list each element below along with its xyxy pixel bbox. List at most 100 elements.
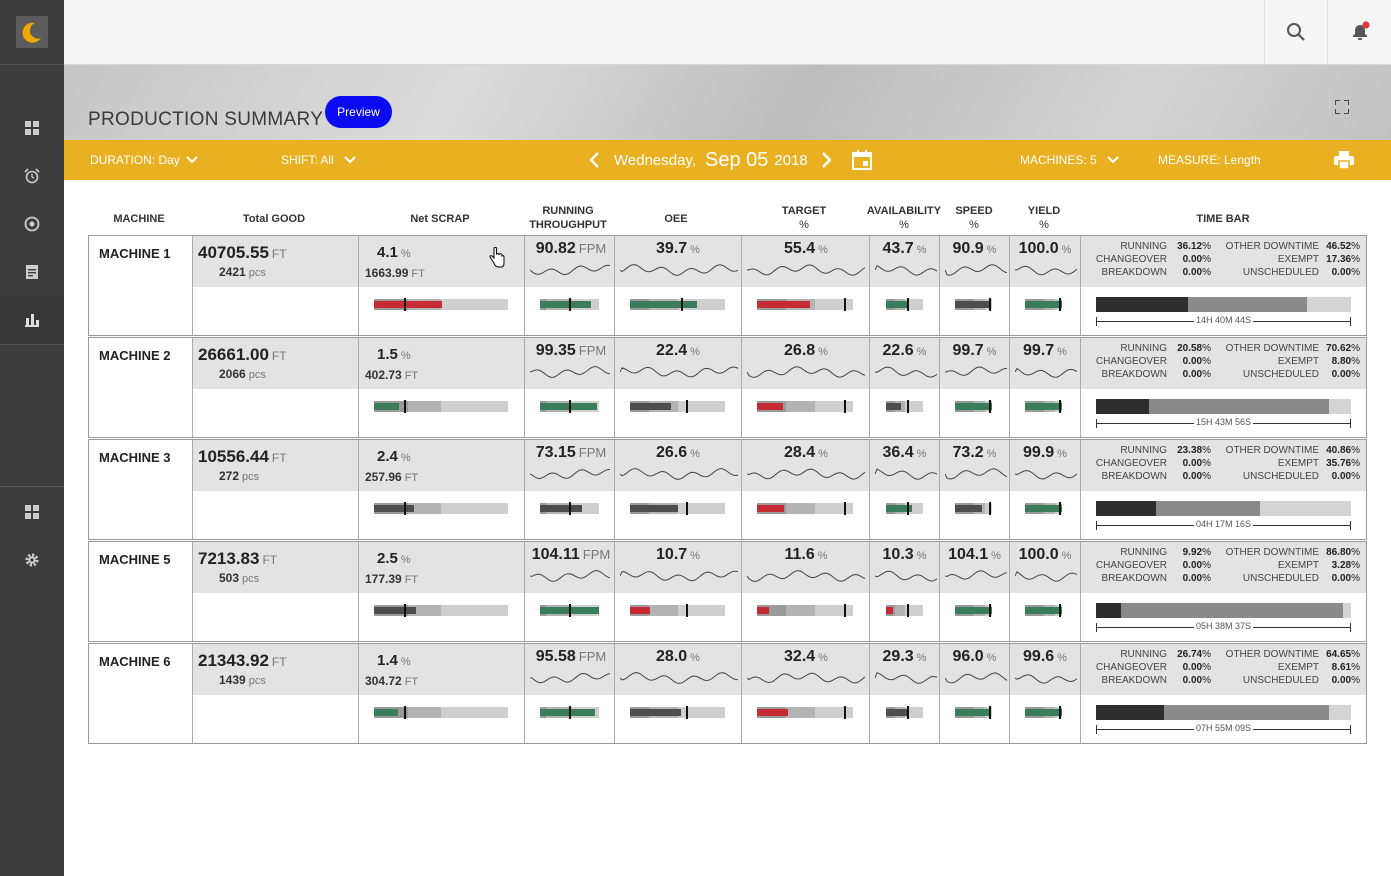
metric-oee-value: 26.6% (616, 444, 740, 462)
search-button[interactable] (1264, 0, 1327, 64)
timebar-value-running: 26.74% (1171, 649, 1211, 660)
sparkline-path (944, 468, 1008, 480)
metric-target-value: 32.4% (744, 648, 868, 666)
table-row[interactable]: MACHINE 1 40705.55 FT 2421 pcs 4.1% 1663.99 FT 9… (88, 235, 1367, 336)
sparkline (746, 264, 866, 276)
net-scrap-percent: 2.4% (377, 448, 411, 465)
sparkline-container (529, 464, 610, 489)
time-bar-duration: 15H 43M 56S (1096, 417, 1351, 427)
bullet-bar-availability (886, 706, 923, 719)
scrap-percent-number: 2.4 (377, 448, 398, 465)
metric-target-value: 28.4% (744, 444, 868, 462)
timebar-number: 0.00 (1182, 267, 1203, 278)
timebar-number: 0.00 (1331, 369, 1352, 380)
metric-number: 26.8 (784, 342, 816, 359)
table-row[interactable]: MACHINE 5 7213.83 FT 503 pcs 2.5% 177.39 FT 104.… (88, 541, 1367, 642)
metric-target-value: 26.8% (744, 342, 868, 360)
sidebar-item-settings[interactable] (0, 536, 64, 584)
sparkline-container (1014, 362, 1078, 387)
column-divider (1009, 236, 1010, 335)
unit-label: FPM (578, 445, 607, 460)
sparkline (619, 570, 739, 582)
sidebar-item-apps[interactable] (0, 488, 64, 536)
table-row[interactable]: MACHINE 6 21343.92 FT 1439 pcs 1.4% 304.72 FT 95… (88, 643, 1367, 744)
metric-speed-value: 99.7% (941, 342, 1008, 360)
sidebar-item-dashboard[interactable] (0, 104, 64, 152)
app-logo[interactable] (16, 16, 48, 48)
timebar-number: 17.36 (1326, 254, 1352, 265)
page-header: PRODUCTION SUMMARY Preview (64, 65, 1391, 141)
bullet-target-tick (907, 706, 910, 719)
sparkline-path (1014, 470, 1078, 480)
next-date-button[interactable] (821, 140, 833, 180)
time-bar-running (1096, 501, 1156, 516)
table-row[interactable]: MACHINE 2 26661.00 FT 2066 pcs 1.5% 402.73 FT 99… (88, 337, 1367, 438)
sparkline-container (746, 362, 866, 387)
metric-number: 99.7 (952, 342, 984, 359)
sidebar-item-alarms[interactable] (0, 152, 64, 200)
col-header-line: % (799, 219, 809, 231)
bullet-target-tick (1059, 400, 1062, 413)
bullet-bar-oee (630, 502, 725, 515)
timebar-label-breakdown: BREAKDOWN (1101, 675, 1167, 686)
duration-select[interactable]: DURATION: Day (90, 140, 198, 180)
calendar-button[interactable] (852, 140, 872, 180)
metric-number: 73.15 (535, 444, 576, 461)
metric-number: 22.6 (882, 342, 914, 359)
bullet-value (630, 505, 679, 512)
metric-number: 96.0 (952, 648, 984, 665)
preview-button[interactable]: Preview (325, 96, 392, 128)
metric-number: 32.4 (784, 648, 816, 665)
duration-text: 14H 40M 44S (1193, 315, 1254, 325)
timebar-label-exempt: EXEMPT (1277, 254, 1319, 265)
sparkline (619, 264, 739, 276)
fullscreen-button[interactable] (1334, 99, 1350, 119)
metric-availability-value: 10.3% (871, 546, 938, 564)
column-divider (869, 236, 870, 335)
timebar-value-breakdown: 0.00% (1171, 675, 1211, 686)
sparkline-container (944, 362, 1008, 387)
unit-label: % (1351, 356, 1360, 367)
sidebar-item-monitor[interactable] (0, 200, 64, 248)
unit-label: % (1351, 573, 1360, 584)
bullet-bar-speed (955, 604, 992, 617)
timebar-label-unscheduled: UNSCHEDULED (1242, 675, 1319, 686)
aperture-icon (24, 216, 40, 232)
sidebar-divider (0, 344, 64, 345)
notifications-button[interactable] (1327, 0, 1391, 64)
sparkline-path (529, 469, 610, 480)
bullet-target-tick (907, 298, 910, 311)
good-number: 40705.55 (198, 243, 269, 262)
print-button[interactable] (1334, 140, 1354, 180)
unit-label: % (916, 244, 927, 256)
bullet-bar-availability (886, 400, 923, 413)
prev-date-button[interactable] (588, 140, 600, 180)
bullet-bar-yield (1025, 604, 1062, 617)
metric-number: 22.4 (656, 342, 688, 359)
bullet-bar-scrap (374, 706, 508, 719)
sparkline-path (1014, 367, 1078, 378)
metric-yield-value: 99.7% (1011, 342, 1079, 360)
sidebar-item-reports[interactable] (0, 248, 64, 296)
machines-select[interactable]: MACHINES: 5 (1020, 140, 1119, 180)
metric-number: 99.6 (1023, 648, 1055, 665)
measure-select[interactable]: MEASURE: Length (1158, 140, 1261, 180)
bullet-target-tick (907, 400, 910, 413)
bullet-target-tick (568, 400, 571, 413)
bullet-bar-oee (630, 604, 725, 617)
shift-select[interactable]: SHIFT: All (281, 140, 356, 180)
metric-number: 28.0 (656, 648, 688, 665)
table-row[interactable]: MACHINE 3 10556.44 FT 272 pcs 2.4% 257.96 FT 73.… (88, 439, 1367, 540)
unit-label: % (1061, 550, 1072, 562)
sparkline-container (529, 260, 611, 285)
sparkline-container (874, 362, 938, 387)
column-divider (1080, 440, 1081, 539)
timebar-number: 23.38 (1177, 445, 1203, 456)
metric-number: 43.7 (882, 240, 914, 257)
timebar-value-breakdown: 0.00% (1171, 267, 1211, 278)
document-icon (26, 265, 38, 279)
timebar-value-breakdown: 0.00% (1171, 471, 1211, 482)
sidebar-item-analytics[interactable] (0, 296, 64, 344)
metric-target-value: 55.4% (744, 240, 868, 258)
metric-number: 100.0 (1018, 240, 1059, 257)
